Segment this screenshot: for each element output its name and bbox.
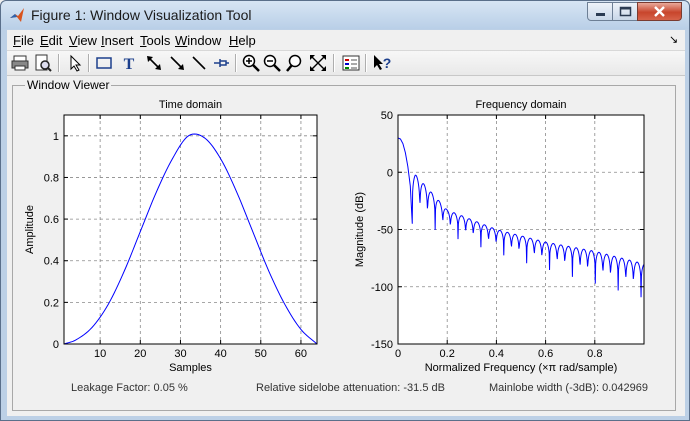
y-tick-label: 0.8: [44, 172, 59, 184]
x-tick-label: 10: [94, 348, 106, 360]
client-area: ↘ File Edit View Insert Tools Window Help T? W…: [7, 30, 685, 416]
y-tick-label: 0: [387, 167, 393, 179]
x-tick-label: 0.6: [538, 348, 553, 360]
chart-title: Frequency domain: [475, 99, 566, 111]
close-icon: [654, 6, 665, 17]
y-tick-label: -150: [371, 339, 393, 351]
x-tick-label: 20: [134, 348, 146, 360]
y-tick-label: 50: [381, 110, 393, 122]
x-tick-label: 30: [174, 348, 186, 360]
y-axis-label: Amplitude: [24, 205, 36, 254]
x-tick-label: 0.8: [587, 348, 602, 360]
y-tick-label: 0.4: [44, 256, 59, 268]
figure-window: Figure 1: Window Visualization Tool ↘ Fi…: [0, 0, 690, 421]
leakage-factor-text: Leakage Factor: 0.05 %: [71, 382, 188, 394]
matlab-logo-icon: [10, 8, 24, 22]
plots-area: 10 20 30 40 50 60 0 0.2 0.4 0.6 0.8 1 Time domain Sam…: [24, 99, 645, 374]
x-axis-label: Normalized Frequency (×π rad/sample): [425, 362, 618, 374]
minimize-icon: [596, 13, 605, 16]
x-axis-label: Samples: [169, 362, 212, 374]
x-tick-label: 0.4: [489, 348, 504, 360]
maximize-button[interactable]: [612, 2, 638, 21]
plot-background: [64, 115, 317, 344]
chart-title: Time domain: [159, 99, 222, 111]
y-tick-label: -50: [377, 225, 393, 237]
x-tick-label: 0.2: [440, 348, 455, 360]
x-tick-label: 0: [395, 348, 401, 360]
y-tick-label: 0.2: [44, 297, 59, 309]
y-axis-label: Magnitude (dB): [354, 192, 366, 267]
y-tick-label: 1: [53, 131, 59, 143]
close-button[interactable]: [637, 2, 682, 21]
axes-1: 0 0.2 0.4 0.6 0.8 -150 -100 -50 0 50 Frequency dom…: [354, 99, 645, 374]
minimize-button[interactable]: [587, 2, 613, 21]
sidelobe-attenuation-text: Relative sidelobe attenuation: -31.5 dB: [256, 382, 445, 394]
axes-0: 10 20 30 40 50 60 0 0.2 0.4 0.6 0.8 1 Time domain Sam…: [24, 99, 318, 374]
y-tick-label: 0.6: [44, 214, 59, 226]
x-tick-label: 60: [295, 348, 307, 360]
x-tick-label: 40: [214, 348, 226, 360]
y-tick-label: -100: [371, 282, 393, 294]
window-title: Figure 1: Window Visualization Tool: [31, 7, 252, 23]
maximize-icon: [619, 6, 632, 17]
title-bar[interactable]: Figure 1: Window Visualization Tool: [1, 1, 689, 29]
mainlobe-width-text: Mainlobe width (-3dB): 0.042969: [489, 382, 648, 394]
y-tick-label: 0: [53, 339, 59, 351]
x-tick-label: 50: [255, 348, 267, 360]
